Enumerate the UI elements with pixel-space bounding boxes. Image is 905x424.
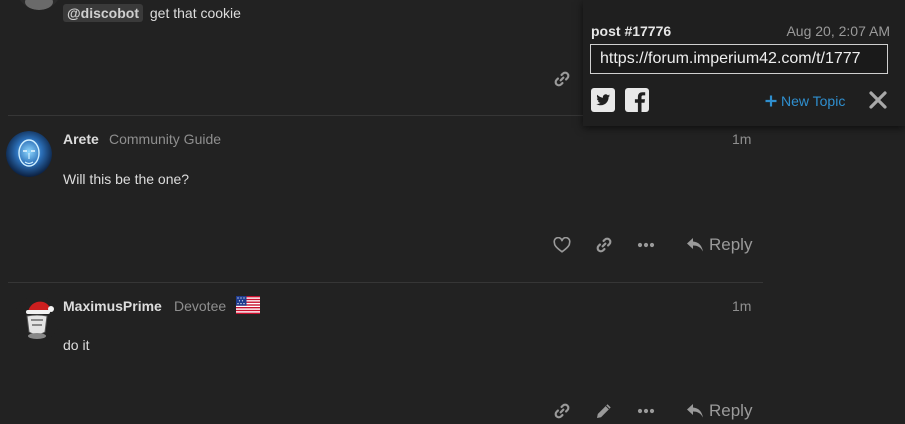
share-link-button[interactable] [549, 66, 575, 92]
reply-button[interactable]: Reply [686, 401, 752, 421]
reply-label: Reply [709, 235, 753, 254]
like-button[interactable] [549, 232, 575, 258]
user-title: Community Guide [109, 131, 222, 147]
user-title: Devotee [174, 298, 227, 314]
share-link-button[interactable] [591, 232, 617, 258]
plus-icon [765, 95, 777, 107]
close-button[interactable] [868, 90, 888, 113]
post-body: Will this be the one? [63, 171, 190, 187]
us-flag-icon [236, 296, 260, 317]
post-author[interactable]: Arete [63, 131, 99, 147]
twitter-icon [591, 88, 615, 112]
ellipsis-icon [637, 408, 655, 414]
ellipsis-icon [637, 242, 655, 248]
reply-arrow-icon [687, 238, 703, 252]
close-icon [869, 91, 887, 109]
post-author[interactable]: MaximusPrime [63, 298, 162, 314]
avatar[interactable] [16, 0, 62, 10]
post-divider [8, 282, 763, 283]
avatar[interactable] [6, 131, 52, 177]
avatar[interactable] [14, 296, 60, 342]
link-icon [596, 237, 612, 253]
more-button[interactable] [633, 232, 659, 258]
facebook-icon [625, 88, 649, 112]
post-body: do it [63, 337, 90, 353]
post-age[interactable]: 1m [732, 298, 751, 314]
share-url-input[interactable] [590, 44, 888, 74]
new-topic-label: New Topic [781, 93, 846, 109]
twitter-share-button[interactable] [591, 88, 615, 115]
share-link-button[interactable] [549, 398, 575, 424]
link-icon [554, 71, 570, 87]
post-body: @discobot get that cookie [63, 4, 241, 22]
pencil-icon [597, 404, 611, 418]
new-topic-button[interactable]: New Topic [765, 93, 845, 109]
post-age[interactable]: 1m [732, 131, 751, 147]
heart-icon [553, 236, 571, 253]
share-post-date: Aug 20, 2:07 AM [786, 23, 890, 39]
more-button[interactable] [633, 398, 659, 424]
mention-link[interactable]: @discobot [63, 4, 143, 22]
post-text: get that cookie [149, 5, 241, 21]
reply-button[interactable]: Reply [686, 235, 752, 255]
reply-arrow-icon [687, 404, 703, 418]
share-popup: post #17776 Aug 20, 2:07 AM New Topic [583, 0, 905, 126]
share-post-number: post #17776 [591, 23, 672, 39]
link-icon [554, 403, 570, 419]
edit-button[interactable] [591, 398, 617, 424]
reply-label: Reply [709, 401, 753, 420]
facebook-share-button[interactable] [625, 88, 649, 115]
